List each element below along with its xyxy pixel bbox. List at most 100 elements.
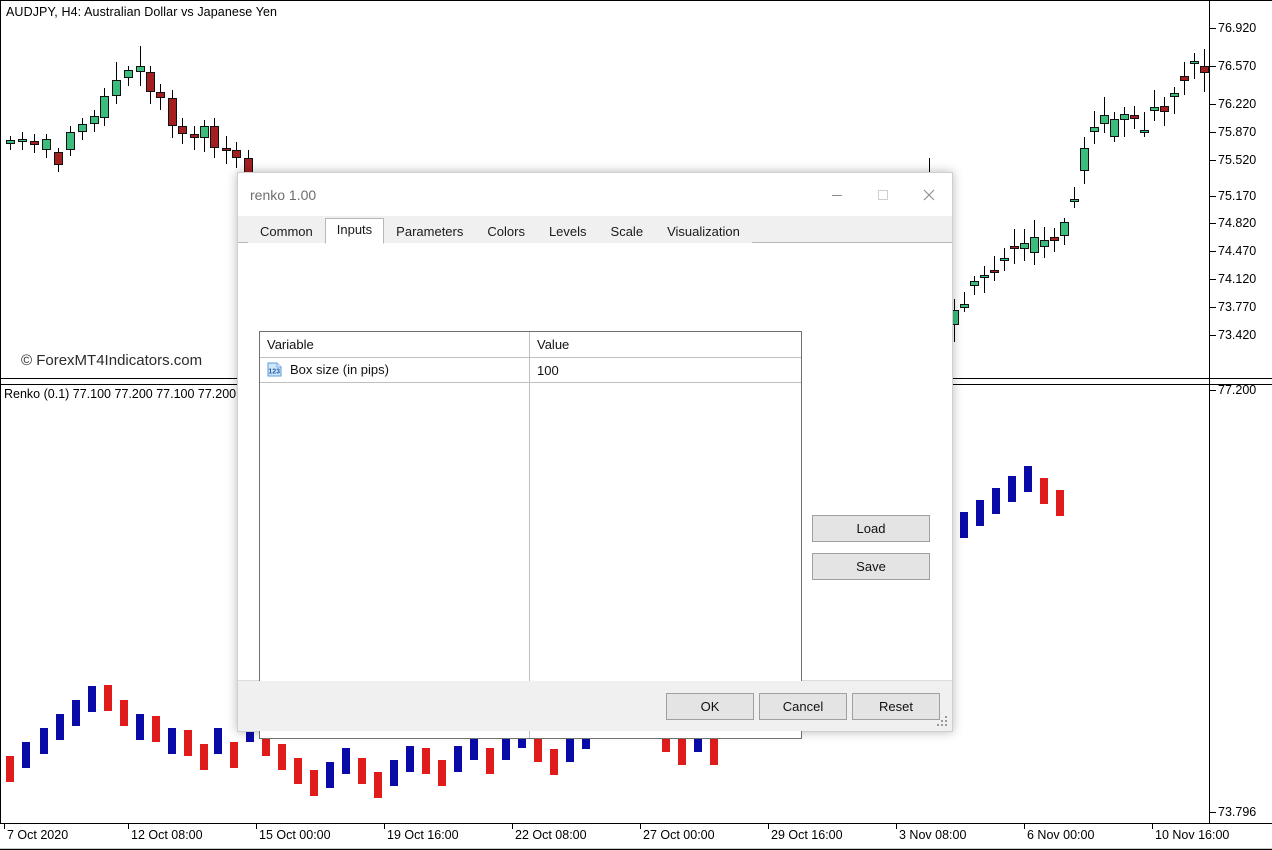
price-tick bbox=[1210, 28, 1216, 29]
bearish-candle bbox=[178, 126, 187, 134]
bullish-candle bbox=[136, 66, 145, 72]
renko-up-block bbox=[214, 728, 222, 754]
renko-up-block bbox=[454, 746, 462, 772]
dialog-title: renko 1.00 bbox=[250, 187, 317, 203]
candle-wick bbox=[994, 256, 995, 281]
maximize-button[interactable] bbox=[860, 173, 906, 217]
renko-down-block bbox=[438, 760, 446, 786]
value-cell[interactable]: 100 bbox=[537, 363, 559, 378]
price-tick bbox=[1210, 223, 1216, 224]
bearish-candle bbox=[156, 92, 165, 98]
grid-header-row: Variable Value bbox=[260, 332, 801, 358]
tab-common[interactable]: Common bbox=[248, 219, 325, 244]
bearish-candle bbox=[1130, 115, 1139, 120]
bullish-candle bbox=[200, 126, 209, 138]
tab-label: Common bbox=[260, 224, 313, 239]
tab-label: Colors bbox=[487, 224, 525, 239]
tab-label: Levels bbox=[548, 224, 587, 239]
inputs-grid[interactable]: Variable Value 123 Box size (in pips) 10… bbox=[259, 331, 802, 739]
tab-visualization[interactable]: Visualization bbox=[655, 219, 752, 244]
tab-parameters[interactable]: Parameters bbox=[384, 219, 476, 244]
price-label: 76.220 bbox=[1218, 97, 1257, 111]
ok-button[interactable]: OK bbox=[666, 693, 754, 720]
tab-label: Inputs bbox=[336, 222, 373, 237]
time-label: 22 Oct 08:00 bbox=[515, 828, 587, 842]
candle-wick bbox=[984, 266, 985, 294]
dialog-body: Variable Value 123 Box size (in pips) 10… bbox=[238, 243, 952, 739]
price-tick bbox=[1210, 812, 1216, 813]
close-button[interactable] bbox=[906, 173, 952, 217]
price-label: 75.870 bbox=[1218, 125, 1257, 139]
save-button-label: Save bbox=[856, 559, 886, 574]
bullish-candle bbox=[970, 281, 979, 286]
close-icon bbox=[921, 187, 937, 203]
tab-inputs[interactable]: Inputs bbox=[324, 218, 385, 244]
save-button[interactable]: Save bbox=[812, 553, 930, 580]
tab-label: Visualization bbox=[667, 224, 740, 239]
bullish-candle bbox=[1100, 114, 1109, 125]
time-label: 19 Oct 16:00 bbox=[387, 828, 459, 842]
bullish-candle bbox=[1120, 113, 1129, 120]
price-label: 75.520 bbox=[1218, 153, 1257, 167]
price-label: 73.770 bbox=[1218, 300, 1257, 314]
bearish-candle bbox=[1200, 65, 1209, 73]
renko-down-block bbox=[104, 685, 112, 711]
load-button-label: Load bbox=[856, 521, 886, 536]
ok-button-label: OK bbox=[700, 699, 720, 714]
bullish-candle bbox=[124, 70, 133, 78]
price-tick bbox=[1210, 104, 1216, 105]
indicator-properties-dialog[interactable]: renko 1.00 Common Inputs Parameters Colo… bbox=[237, 172, 953, 739]
bearish-candle bbox=[1050, 236, 1059, 242]
renko-up-block bbox=[1008, 476, 1016, 502]
candle-wick bbox=[1194, 52, 1195, 80]
tab-colors[interactable]: Colors bbox=[475, 219, 537, 244]
cancel-button[interactable]: Cancel bbox=[759, 693, 847, 720]
time-tick bbox=[768, 824, 769, 829]
dialog-tabbar: Common Inputs Parameters Colors Levels Scale V… bbox=[238, 217, 952, 244]
load-button[interactable]: Load bbox=[812, 515, 930, 542]
bullish-candle bbox=[980, 275, 989, 279]
price-tick bbox=[1210, 66, 1216, 67]
bearish-candle bbox=[54, 152, 63, 165]
renko-down-block bbox=[6, 756, 14, 782]
renko-down-block bbox=[678, 739, 686, 765]
bullish-candle bbox=[1190, 60, 1199, 64]
tab-list: Common Inputs Parameters Colors Levels Scale V… bbox=[248, 217, 952, 244]
table-row[interactable]: 123 Box size (in pips) 100 bbox=[260, 358, 801, 383]
resize-grip[interactable] bbox=[937, 716, 949, 728]
price-label: 74.470 bbox=[1218, 244, 1257, 258]
reset-button[interactable]: Reset bbox=[852, 693, 940, 720]
bullish-candle bbox=[1110, 118, 1119, 137]
candle-wick bbox=[1174, 86, 1175, 114]
renko-down-block bbox=[550, 749, 558, 775]
price-scale[interactable]: 76.920 76.570 76.220 75.870 75.520 75.170 74.8… bbox=[1210, 0, 1272, 824]
time-label: 15 Oct 00:00 bbox=[259, 828, 331, 842]
variable-name: Box size (in pips) bbox=[290, 362, 389, 377]
tab-label: Parameters bbox=[396, 224, 464, 239]
renko-up-block bbox=[168, 728, 176, 754]
bullish-candle bbox=[66, 132, 75, 150]
price-tick bbox=[1210, 251, 1216, 252]
tab-scale[interactable]: Scale bbox=[598, 219, 656, 244]
dialog-titlebar[interactable]: renko 1.00 bbox=[238, 173, 952, 217]
grid-column-divider bbox=[529, 332, 530, 738]
price-label: 77.200 bbox=[1218, 383, 1257, 397]
minimize-button[interactable] bbox=[814, 173, 860, 217]
time-label: 3 Nov 08:00 bbox=[899, 828, 967, 842]
renko-up-block bbox=[136, 714, 144, 740]
price-tick bbox=[1210, 307, 1216, 308]
candle-wick bbox=[194, 126, 195, 150]
watermark-forexmt4indicators: © ForexMT4Indicators.com bbox=[21, 352, 203, 369]
price-tick bbox=[1210, 335, 1216, 336]
bearish-candle bbox=[222, 148, 231, 151]
price-label: 73.796 bbox=[1218, 805, 1257, 819]
renko-down-block bbox=[230, 742, 238, 768]
price-label: 74.820 bbox=[1218, 216, 1257, 230]
column-header-value: Value bbox=[537, 337, 570, 352]
time-axis[interactable]: 7 Oct 2020 12 Oct 08:00 15 Oct 00:00 19 Oct… bbox=[0, 823, 1272, 849]
renko-up-block bbox=[342, 748, 350, 774]
bullish-candle bbox=[90, 116, 99, 124]
bearish-candle bbox=[1180, 75, 1189, 81]
tab-levels[interactable]: Levels bbox=[536, 219, 599, 244]
bullish-candle bbox=[1070, 199, 1079, 203]
